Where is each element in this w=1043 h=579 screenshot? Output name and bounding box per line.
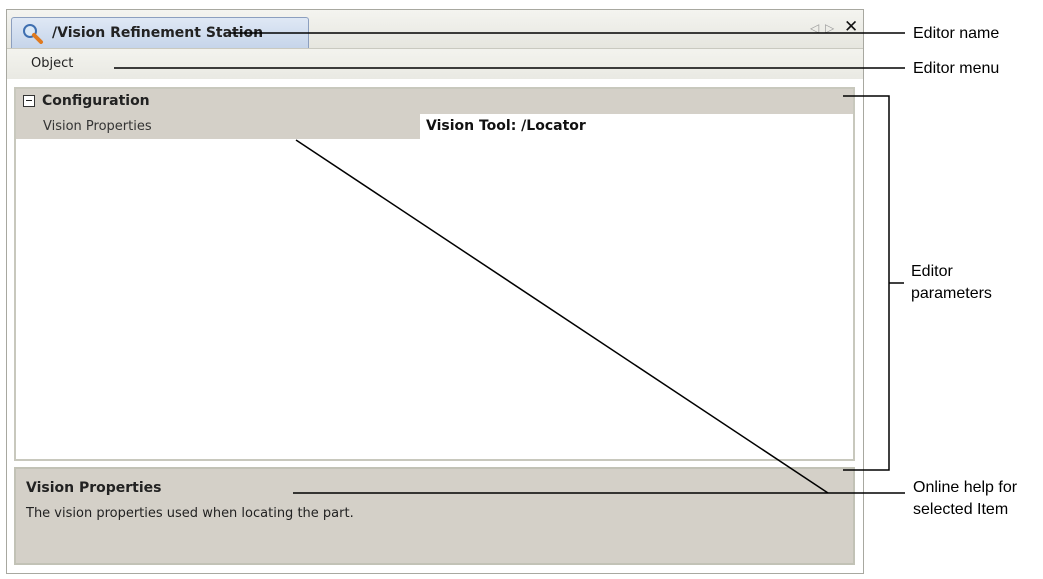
callout-line-property-to-help [295,139,829,494]
annotation-editor-parameters-line2: parameters [911,285,992,302]
annotation-online-help: Online help for selected Item [913,477,1017,521]
annotation-editor-name: Editor name [913,25,1000,42]
annotation-online-help-line2: selected Item [913,501,1009,518]
callout-bracket-editor-parameters [843,95,890,471]
callout-lines [114,32,905,494]
annotation-editor-parameters: Editor parameters [911,261,992,305]
annotation-editor-parameters-line1: Editor [911,263,953,280]
annotation-online-help-line1: Online help for [913,479,1018,496]
annotation-editor-menu: Editor menu [913,60,1000,77]
